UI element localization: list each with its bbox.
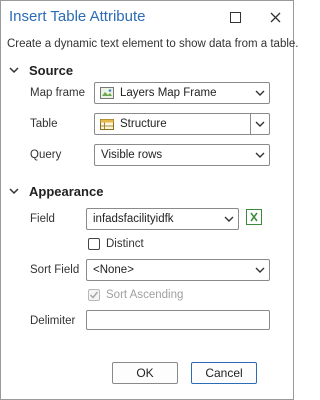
dialog-title: Insert Table Attribute [9, 8, 146, 25]
appearance-section-toggle[interactable]: Appearance [9, 184, 103, 199]
source-section-label: Source [29, 63, 74, 78]
sort-field-label: Sort Field [30, 264, 80, 276]
map-frame-dropdown[interactable]: Layers Map Frame [94, 82, 270, 104]
distinct-checkbox[interactable] [88, 238, 100, 250]
query-value: Visible rows [101, 149, 163, 161]
sort-field-dropdown[interactable]: <None> [86, 259, 270, 281]
insert-table-attribute-dialog: Insert Table Attribute Create a dynamic … [0, 0, 299, 400]
sort-ascending-checkbox[interactable] [88, 289, 100, 301]
table-value: Structure [120, 118, 167, 130]
appearance-section-label: Appearance [29, 184, 104, 199]
close-icon [270, 12, 280, 22]
field-dropdown[interactable]: infadsfacilityidfk [86, 208, 239, 230]
close-button[interactable] [263, 5, 287, 29]
cancel-button[interactable]: Cancel [191, 362, 257, 384]
table-icon [100, 117, 114, 131]
dialog-description: Create a dynamic text element to show da… [7, 38, 299, 50]
delimiter-input[interactable] [86, 310, 270, 330]
sort-ascending-label: Sort Ascending [106, 289, 184, 301]
maximize-button[interactable] [223, 5, 247, 29]
query-label: Query [30, 149, 62, 161]
checkmark-icon [89, 291, 99, 299]
map-frame-icon [100, 86, 114, 100]
ok-button[interactable]: OK [112, 362, 178, 384]
table-dropdown[interactable]: Structure [94, 113, 270, 135]
expression-icon [250, 212, 258, 222]
distinct-label: Distinct [106, 238, 144, 250]
table-label: Table [30, 118, 58, 130]
sort-field-value: <None> [93, 264, 134, 276]
field-label: Field [30, 213, 55, 225]
chevron-down-icon [220, 209, 238, 229]
chevron-down-icon [250, 114, 269, 134]
chevron-down-icon [251, 145, 269, 165]
maximize-icon [229, 11, 241, 23]
chevron-down-icon [9, 187, 23, 197]
expression-button[interactable] [246, 209, 262, 225]
delimiter-label: Delimiter [30, 315, 76, 327]
chevron-down-icon [251, 83, 269, 103]
field-value: infadsfacilityidfk [93, 213, 174, 225]
source-section-toggle[interactable]: Source [9, 63, 73, 78]
map-frame-label: Map frame [30, 87, 85, 99]
chevron-down-icon [251, 260, 269, 280]
chevron-down-icon [9, 66, 23, 76]
map-frame-value: Layers Map Frame [120, 87, 217, 99]
title-bar: Insert Table Attribute [1, 1, 293, 33]
query-dropdown[interactable]: Visible rows [94, 144, 270, 166]
